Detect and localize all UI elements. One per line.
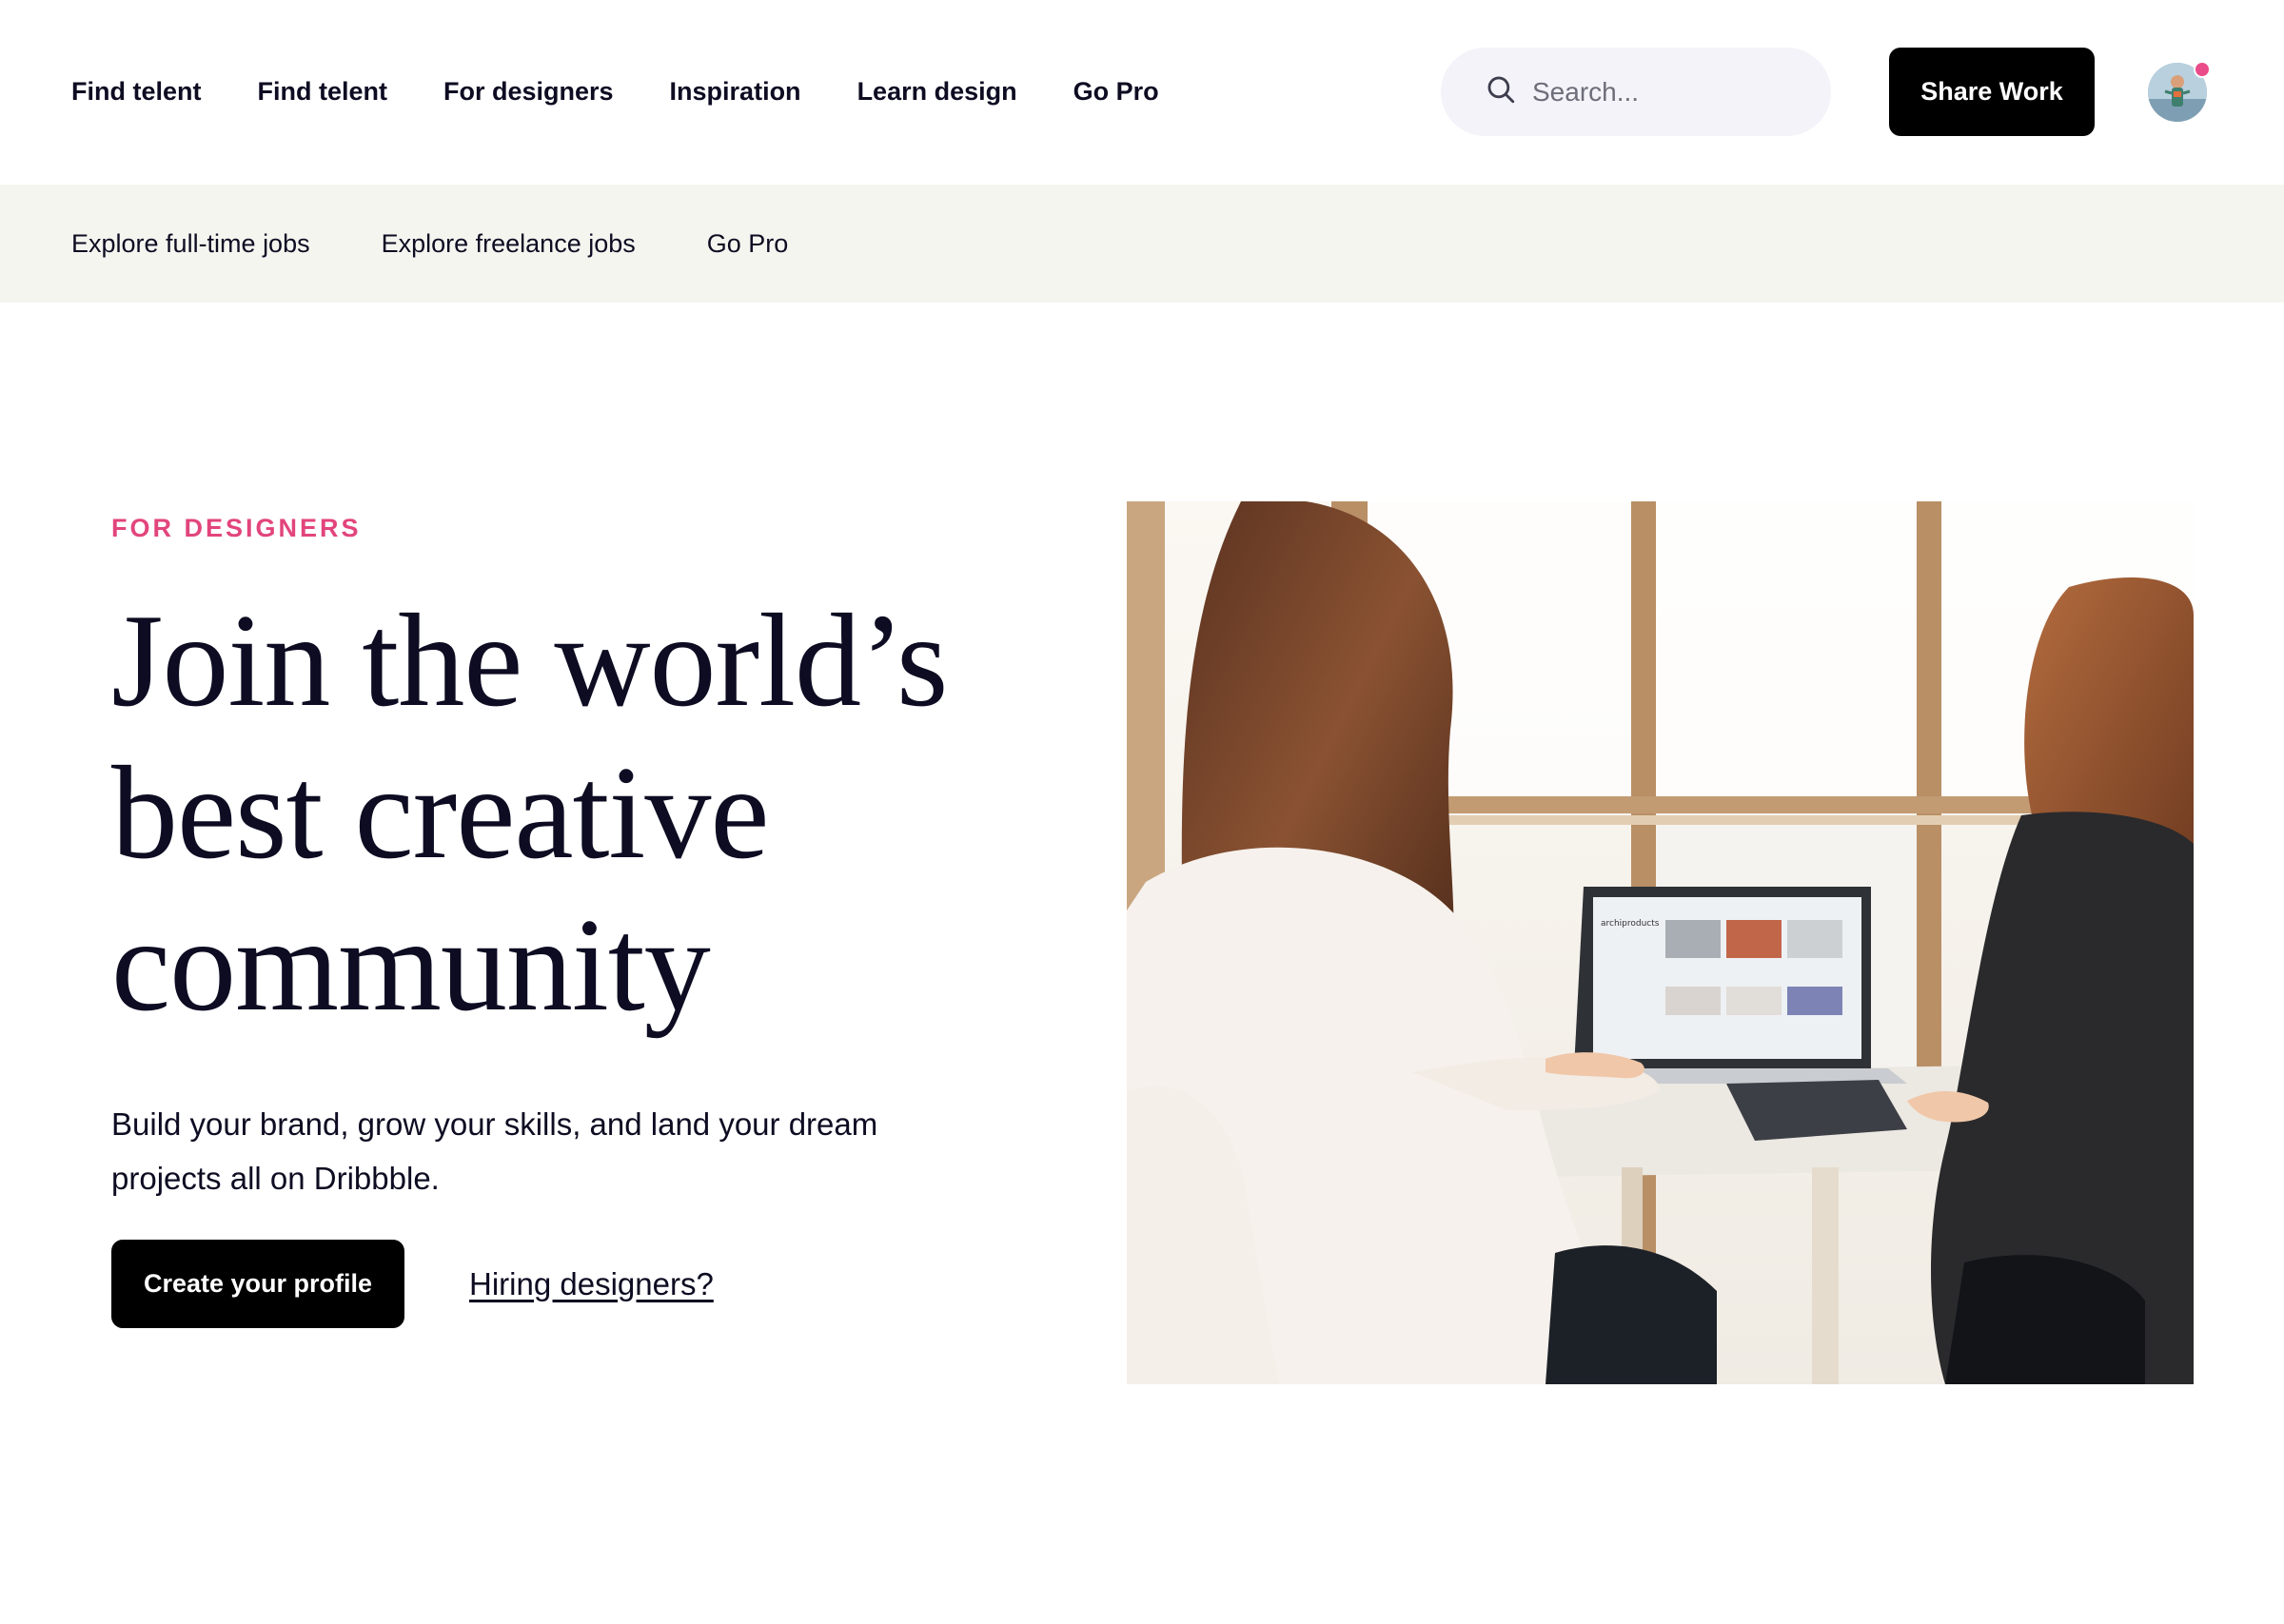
subnav-item-go-pro[interactable]: Go Pro bbox=[707, 229, 789, 259]
main-nav: Find telent Find telent For designers In… bbox=[71, 67, 1215, 116]
nav-item-inspiration[interactable]: Inspiration bbox=[670, 67, 801, 116]
hero-headline: Join the world’s best creative community bbox=[111, 585, 1025, 1042]
nav-item-go-pro[interactable]: Go Pro bbox=[1073, 67, 1159, 116]
create-profile-button[interactable]: Create your profile bbox=[111, 1240, 404, 1328]
subnav-item-freelance-jobs[interactable]: Explore freelance jobs bbox=[382, 229, 636, 259]
hero-actions: Create your profile Hiring designers? bbox=[111, 1240, 1025, 1328]
hero-content: FOR DESIGNERS Join the world’s best crea… bbox=[111, 514, 1025, 1328]
laptop-screen-text: archiproducts bbox=[1601, 919, 1660, 929]
hero-image: archiproducts bbox=[1127, 501, 2194, 1384]
top-navigation-bar: Find telent Find telent For designers In… bbox=[0, 0, 2284, 185]
search-bar[interactable] bbox=[1441, 48, 1831, 136]
secondary-nav: Explore full-time jobs Explore freelance… bbox=[71, 185, 859, 303]
search-icon bbox=[1485, 73, 1517, 110]
nav-item-find-talent[interactable]: Find telent bbox=[71, 67, 202, 116]
hiring-designers-link[interactable]: Hiring designers? bbox=[469, 1266, 714, 1302]
hero-subtitle: Build your brand, grow your skills, and … bbox=[111, 1106, 878, 1196]
hero-headline-line-3: community bbox=[111, 891, 711, 1039]
nav-item-find-talent-2[interactable]: Find telent bbox=[258, 67, 388, 116]
notification-dot bbox=[2194, 61, 2211, 78]
secondary-nav-bar: Explore full-time jobs Explore freelance… bbox=[0, 185, 2284, 303]
hero-headline-line-2: best creative bbox=[111, 739, 770, 887]
search-input[interactable] bbox=[1532, 76, 1818, 108]
hero-headline-line-1: Join the world’s bbox=[111, 587, 948, 734]
avatar[interactable] bbox=[2148, 61, 2211, 122]
hero-eyebrow: FOR DESIGNERS bbox=[111, 514, 362, 542]
nav-item-learn-design[interactable]: Learn design bbox=[857, 67, 1017, 116]
share-work-button[interactable]: Share Work bbox=[1889, 48, 2095, 136]
nav-item-for-designers[interactable]: For designers bbox=[443, 67, 614, 116]
subnav-item-full-time-jobs[interactable]: Explore full-time jobs bbox=[71, 229, 310, 259]
